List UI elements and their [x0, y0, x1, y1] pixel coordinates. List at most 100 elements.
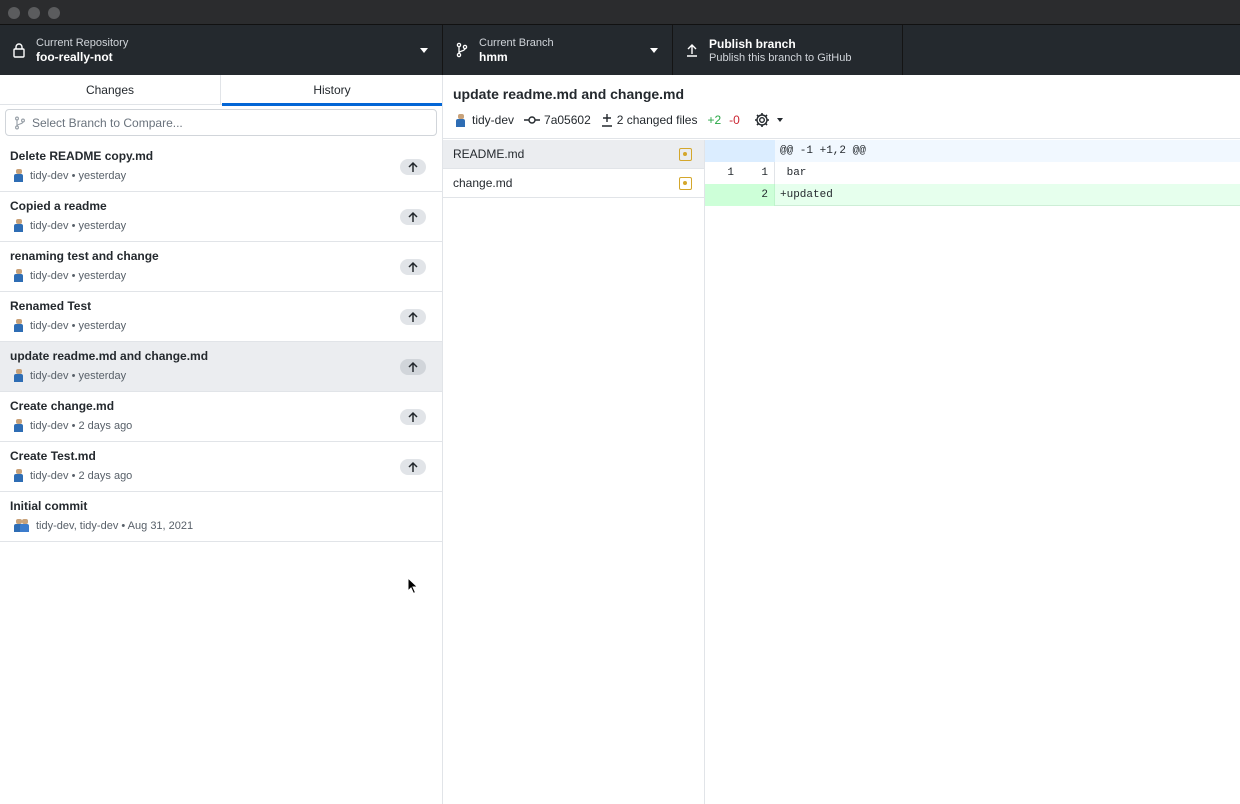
chevron-down-icon — [650, 48, 658, 53]
commit-title: update readme.md and change.md — [453, 86, 685, 102]
avatar — [13, 319, 25, 332]
arrow-up-icon — [408, 261, 418, 272]
chevron-down-icon — [776, 118, 783, 122]
unpushed-indicator — [400, 359, 426, 375]
diff-view[interactable]: @@ -1 +1,2 @@ 1 1 bar 2 +updated — [705, 140, 1240, 804]
diff-hunk-header[interactable]: @@ -1 +1,2 @@ — [705, 140, 1240, 162]
commit-list-item[interactable]: Create change.md tidy-dev • 2 days ago — [0, 392, 442, 442]
commit-list-item[interactable]: Create Test.md tidy-dev • 2 days ago — [0, 442, 442, 492]
arrow-up-icon — [408, 311, 418, 322]
commit-meta-bar: tidy-dev 7a05602 2 changed files +2 -0 — [455, 112, 783, 128]
diff-line-text: +updated — [780, 189, 833, 201]
unpushed-indicator — [400, 309, 426, 325]
commit-list-item[interactable]: Copied a readme tidy-dev • yesterday — [0, 192, 442, 242]
unpushed-indicator — [400, 209, 426, 225]
branch-compare-field[interactable] — [5, 109, 437, 136]
file-list-item[interactable]: change.md — [443, 169, 704, 198]
branch-icon — [456, 42, 468, 58]
branch-compare-input[interactable] — [32, 114, 427, 132]
commit-list-item[interactable]: Renamed Test tidy-dev • yesterday — [0, 292, 442, 342]
arrow-up-icon — [408, 361, 418, 372]
avatar — [13, 369, 25, 382]
zoom-window-button[interactable] — [48, 7, 60, 19]
diff-line-text: bar — [780, 167, 807, 179]
arrow-up-icon — [408, 211, 418, 222]
tab-history[interactable]: History — [222, 75, 442, 106]
commit-list-item-selected[interactable]: update readme.md and change.md tidy-dev … — [0, 342, 442, 392]
commit-meta-row: tidy-dev • yesterday — [13, 369, 126, 382]
publish-branch-button[interactable]: Publish branch Publish this branch to Gi… — [673, 25, 903, 75]
commit-sha[interactable]: 7a05602 — [544, 113, 591, 127]
commit-meta-row: tidy-dev • 2 days ago — [13, 469, 132, 482]
changed-files-list: README.md change.md — [443, 140, 705, 804]
diff-icon — [601, 114, 612, 127]
avatar — [13, 419, 25, 432]
repository-name: foo-really-not — [36, 50, 113, 64]
commit-meta-row: tidy-dev • yesterday — [13, 319, 126, 332]
commit-list-item[interactable]: Delete README copy.md tidy-dev • yesterd… — [0, 142, 442, 192]
unpushed-indicator — [400, 459, 426, 475]
arrow-up-icon — [408, 411, 418, 422]
commit-meta: tidy-dev • 2 days ago — [30, 469, 133, 482]
commit-meta: tidy-dev • 2 days ago — [30, 419, 133, 432]
close-window-button[interactable] — [8, 7, 20, 19]
commit-meta: tidy-dev • yesterday — [30, 369, 127, 382]
gear-icon — [754, 113, 769, 127]
repository-label: Current Repository — [36, 37, 129, 49]
unpushed-indicator — [400, 159, 426, 175]
arrow-up-icon — [408, 461, 418, 472]
sidebar-tabs: Changes History — [0, 75, 442, 106]
tab-changes[interactable]: Changes — [0, 75, 221, 105]
avatar — [13, 269, 25, 282]
commit-summary: Initial commit — [10, 499, 88, 513]
avatar — [13, 219, 25, 232]
new-line-number: 1 — [740, 162, 775, 184]
commit-summary: Create Test.md — [10, 449, 96, 463]
commit-summary: Copied a readme — [10, 199, 107, 213]
commit-meta-row: tidy-dev • yesterday — [13, 169, 126, 182]
current-repository-button[interactable]: Current Repository foo-really-not — [0, 25, 443, 75]
deletions-count: -0 — [729, 113, 740, 127]
commit-icon — [524, 116, 541, 124]
commit-meta-row: tidy-dev • yesterday — [13, 269, 126, 282]
commit-meta-row: tidy-dev • yesterday — [13, 219, 126, 232]
file-list-item-selected[interactable]: README.md — [443, 140, 704, 169]
app-toolbar: Current Repository foo-really-not Curren… — [0, 25, 1240, 75]
current-branch-button[interactable]: Current Branch hmm — [443, 25, 673, 75]
lock-icon — [13, 43, 25, 58]
commit-list-item[interactable]: Initial commit tidy-dev, tidy-dev • Aug … — [0, 492, 442, 542]
window-titlebar — [0, 0, 1240, 25]
commit-meta: tidy-dev • yesterday — [30, 219, 127, 232]
minimize-window-button[interactable] — [28, 7, 40, 19]
avatar — [13, 469, 25, 482]
commit-summary: update readme.md and change.md — [10, 349, 209, 363]
file-name: README.md — [453, 147, 525, 161]
modified-status-icon — [679, 148, 692, 161]
arrow-up-icon — [408, 161, 418, 172]
diff-settings-button[interactable] — [754, 112, 783, 128]
unpushed-indicator — [400, 409, 426, 425]
avatar-stack — [13, 519, 31, 532]
mouse-cursor-icon — [407, 577, 419, 595]
commit-summary: Delete README copy.md — [10, 149, 154, 163]
commit-summary: Renamed Test — [10, 299, 92, 313]
commit-meta: tidy-dev • yesterday — [30, 269, 127, 282]
commit-author: tidy-dev — [472, 113, 515, 127]
changed-files-count: 2 changed files — [616, 113, 698, 127]
commit-meta-row: tidy-dev, tidy-dev • Aug 31, 2021 — [13, 519, 193, 532]
commit-summary-header: update readme.md and change.md tidy-dev … — [443, 75, 1240, 139]
chevron-down-icon — [420, 48, 428, 53]
branch-name: hmm — [479, 50, 508, 64]
unpushed-indicator — [400, 259, 426, 275]
hunk-text: @@ -1 +1,2 @@ — [780, 145, 866, 157]
commit-meta: tidy-dev, tidy-dev • Aug 31, 2021 — [36, 519, 194, 532]
diff-line-context[interactable]: 1 1 bar — [705, 162, 1240, 184]
avatar — [13, 169, 25, 182]
commit-meta: tidy-dev • yesterday — [30, 319, 127, 332]
publish-branch-title: Publish branch — [709, 37, 796, 51]
commit-meta-row: tidy-dev • 2 days ago — [13, 419, 132, 432]
diff-line-added[interactable]: 2 +updated — [705, 184, 1240, 206]
commit-list-item[interactable]: renaming test and change tidy-dev • yest… — [0, 242, 442, 292]
branch-label: Current Branch — [479, 37, 554, 49]
new-line-number: 2 — [740, 184, 775, 206]
